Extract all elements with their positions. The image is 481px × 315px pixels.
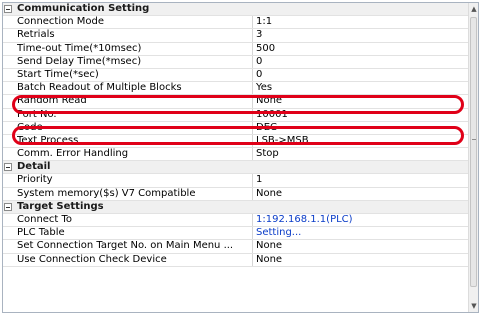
property-value[interactable]: 0 — [252, 55, 469, 68]
property-name: Connection Mode — [17, 16, 105, 28]
property-name: Retrials — [17, 29, 55, 41]
property-value[interactable]: 1:1 — [252, 16, 469, 29]
property-row-priority[interactable]: Priority 1 — [3, 174, 469, 188]
property-value[interactable]: 1 — [252, 174, 469, 187]
property-name: Comm. Error Handling — [17, 148, 129, 160]
property-row-send-delay-time[interactable]: Send Delay Time(*msec) 0 — [3, 55, 469, 69]
property-row-system-memory[interactable]: System memory($s) V7 Compatible None — [3, 187, 469, 201]
section-title: Target Settings — [17, 200, 104, 212]
grip-icon — [472, 139, 476, 140]
section-header-detail[interactable]: Detail — [3, 161, 469, 175]
property-value[interactable]: None — [252, 187, 469, 200]
vertical-scrollbar[interactable]: ▲ ▼ — [468, 3, 478, 312]
section-header-communication[interactable]: Communication Setting — [3, 3, 469, 17]
property-row-retrials[interactable]: Retrials 3 — [3, 29, 469, 43]
property-row-connection-mode[interactable]: Connection Mode 1:1 — [3, 16, 469, 30]
property-value-link[interactable]: Setting... — [252, 227, 469, 240]
property-value[interactable]: 3 — [252, 29, 469, 42]
property-name: Priority — [17, 174, 53, 186]
property-name: Use Connection Check Device — [17, 253, 167, 265]
property-row-start-time[interactable]: Start Time(*sec) 0 — [3, 68, 469, 83]
highlight-batch-readout — [12, 95, 464, 114]
property-name: Start Time(*sec) — [17, 68, 99, 80]
property-name: Set Connection Target No. on Main Menu .… — [17, 240, 234, 252]
property-row-timeout-time[interactable]: Time-out Time(*10msec) 500 — [3, 42, 469, 56]
scrollbar-thumb[interactable] — [470, 17, 477, 287]
property-value[interactable]: Yes — [252, 82, 469, 95]
property-grid: Communication Setting Connection Mode 1:… — [2, 2, 479, 313]
collapse-icon[interactable] — [4, 5, 12, 13]
property-name: PLC Table — [17, 227, 65, 239]
property-list: Communication Setting Connection Mode 1:… — [3, 3, 469, 312]
property-row-connect-to[interactable]: Connect To 1:192.168.1.1(PLC) — [3, 214, 469, 228]
section-title: Detail — [17, 161, 51, 173]
scroll-up-icon[interactable]: ▲ — [469, 3, 478, 15]
scroll-down-icon[interactable]: ▼ — [469, 300, 478, 312]
collapse-icon[interactable] — [4, 202, 12, 211]
section-title: Communication Setting — [17, 3, 150, 14]
property-row-use-connection-check[interactable]: Use Connection Check Device None — [3, 253, 469, 267]
section-header-target-settings[interactable]: Target Settings — [3, 200, 469, 214]
property-name: Time-out Time(*10msec) — [17, 42, 142, 54]
property-value[interactable]: 500 — [252, 42, 469, 55]
property-name: System memory($s) V7 Compatible — [17, 187, 196, 199]
property-row-batch-readout[interactable]: Batch Readout of Multiple Blocks Yes — [3, 82, 469, 96]
property-row-set-connection-target[interactable]: Set Connection Target No. on Main Menu .… — [3, 240, 469, 254]
property-name: Batch Readout of Multiple Blocks — [17, 82, 182, 94]
property-value[interactable]: 0 — [252, 68, 469, 82]
highlight-port-no — [12, 126, 464, 145]
collapse-icon[interactable] — [4, 163, 12, 172]
property-name: Send Delay Time(*msec) — [17, 55, 142, 67]
property-value[interactable]: None — [252, 253, 469, 266]
property-value[interactable]: None — [252, 240, 469, 253]
property-name: Connect To — [17, 214, 73, 225]
property-row-comm-error-handling[interactable]: Comm. Error Handling Stop — [3, 148, 469, 162]
property-value[interactable]: Stop — [252, 148, 469, 161]
property-row-plc-table[interactable]: PLC Table Setting... — [3, 227, 469, 241]
property-value-link[interactable]: 1:192.168.1.1(PLC) — [252, 214, 469, 227]
